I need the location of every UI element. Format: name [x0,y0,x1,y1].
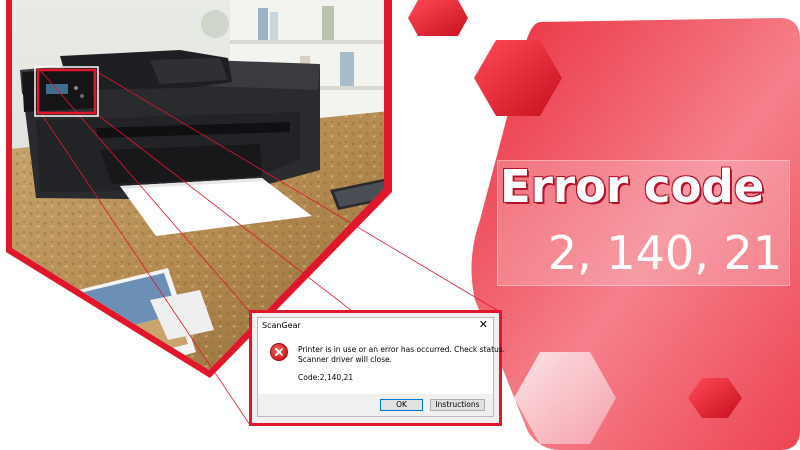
instructions-button[interactable]: Instructions [430,399,485,411]
error-heading: Error code [500,160,765,213]
scangear-dialog-frame: ScanGear ✕ Printer is in use or an error… [249,310,505,426]
close-icon[interactable]: ✕ [479,318,488,331]
dialog-error-code: Code:2,140,21 [298,373,354,382]
dialog-message-line2: Scanner driver will close. [298,355,392,364]
ok-button[interactable]: OK [380,399,423,411]
error-code-number: 2, 140, 21 [547,226,782,280]
error-icon [270,343,288,361]
decor-hexagon [408,0,468,36]
dialog-button-bar: OK Instructions [258,394,493,416]
scangear-dialog: ScanGear ✕ Printer is in use or an error… [257,317,505,417]
dialog-title: ScanGear [262,321,301,330]
dialog-message-line1: Printer is in use or an error has occurr… [298,345,506,354]
